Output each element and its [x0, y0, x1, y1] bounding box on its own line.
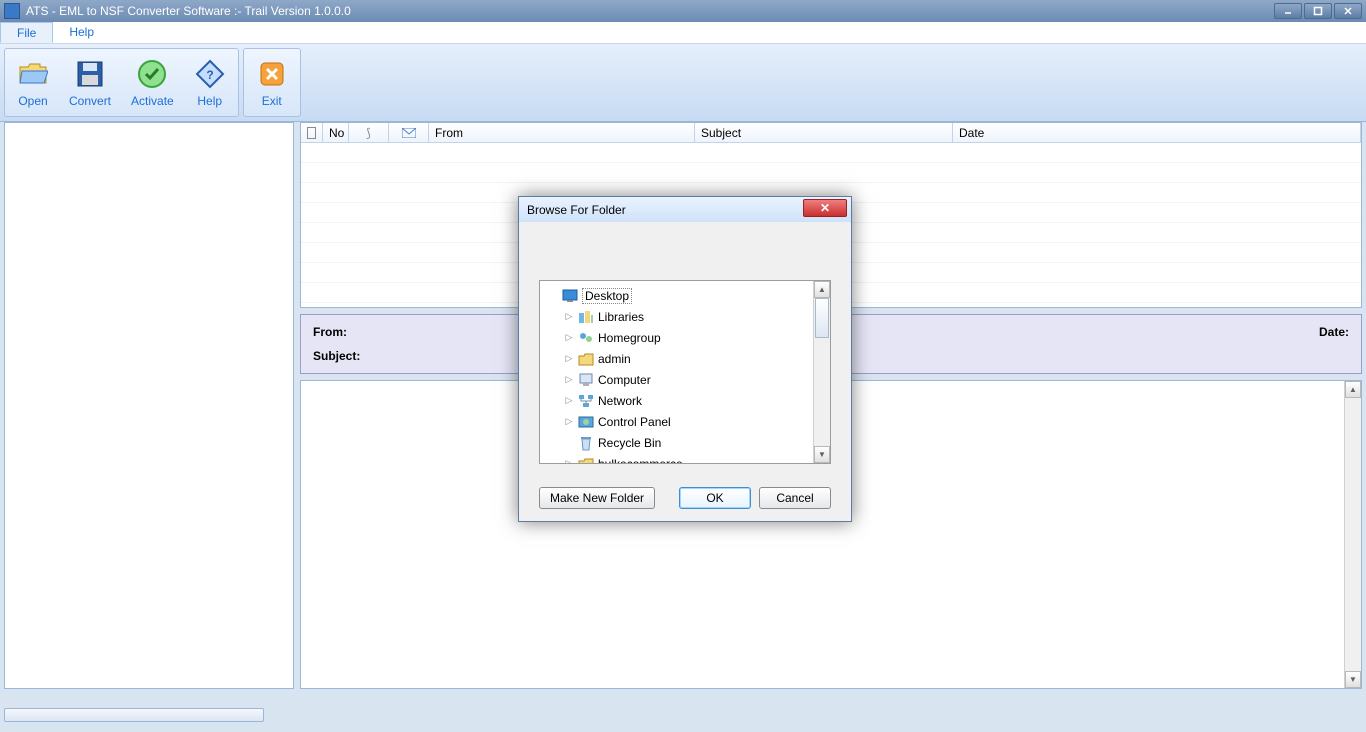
- tree-item-admin[interactable]: ▷ admin: [542, 348, 811, 369]
- col-mail-icon[interactable]: [389, 123, 429, 142]
- tree-item-bulkecommerce[interactable]: ▷ bulkecommerce: [542, 453, 811, 463]
- dialog-title: Browse For Folder: [527, 203, 803, 217]
- col-date[interactable]: Date: [953, 123, 1361, 142]
- exit-icon: [256, 58, 288, 90]
- tree-scrollbar[interactable]: ▲ ▼: [813, 281, 830, 463]
- folder-icon: [578, 456, 594, 464]
- ribbon-toolbar: Open Convert Activate ? Help Exit: [0, 44, 1366, 122]
- browse-folder-dialog: Browse For Folder ✕ ▷ Desktop ▷ Librarie…: [518, 196, 852, 522]
- maximize-button[interactable]: [1304, 3, 1332, 19]
- floppy-icon: [74, 58, 106, 90]
- tree-label: Network: [598, 394, 642, 408]
- tree-label: Desktop: [582, 288, 632, 304]
- help-label: Help: [197, 94, 222, 108]
- tree-item-controlpanel[interactable]: ▷ Control Panel: [542, 411, 811, 432]
- folder-tree-list[interactable]: ▷ Desktop ▷ Libraries ▷ Homegroup ▷ admi…: [540, 281, 813, 463]
- dialog-title-bar[interactable]: Browse For Folder ✕: [519, 196, 851, 222]
- col-checkbox[interactable]: [301, 123, 323, 142]
- scroll-up-button[interactable]: ▲: [814, 281, 830, 298]
- app-icon: [4, 3, 20, 19]
- tree-label: Computer: [598, 373, 651, 387]
- col-subject[interactable]: Subject: [695, 123, 953, 142]
- tree-label: admin: [598, 352, 631, 366]
- computer-icon: [578, 372, 594, 388]
- make-new-folder-button[interactable]: Make New Folder: [539, 487, 655, 509]
- col-from[interactable]: From: [429, 123, 695, 142]
- col-no[interactable]: No: [323, 123, 349, 142]
- scroll-down-button[interactable]: ▼: [1345, 671, 1361, 688]
- activate-label: Activate: [131, 94, 174, 108]
- scroll-up-button[interactable]: ▲: [1345, 381, 1361, 398]
- grid-header: No ⟆ From Subject Date: [301, 123, 1361, 143]
- convert-button[interactable]: Convert: [59, 51, 121, 114]
- exit-label: Exit: [262, 94, 282, 108]
- open-button[interactable]: Open: [7, 51, 59, 114]
- tree-item-desktop[interactable]: ▷ Desktop: [542, 285, 811, 306]
- ribbon-group-main: Open Convert Activate ? Help: [4, 48, 239, 117]
- activate-button[interactable]: Activate: [121, 51, 184, 114]
- exit-button[interactable]: Exit: [246, 51, 298, 114]
- paperclip-icon: ⟆: [366, 126, 371, 140]
- menu-bar: File Help: [0, 22, 1366, 44]
- tree-item-computer[interactable]: ▷ Computer: [542, 369, 811, 390]
- title-bar: ATS - EML to NSF Converter Software :- T…: [0, 0, 1366, 22]
- tree-label: Control Panel: [598, 415, 671, 429]
- tree-item-network[interactable]: ▷ Network: [542, 390, 811, 411]
- cancel-button[interactable]: Cancel: [759, 487, 831, 509]
- folder-tree-panel[interactable]: [4, 122, 294, 689]
- user-folder-icon: [578, 351, 594, 367]
- scroll-thumb[interactable]: [815, 298, 829, 338]
- libraries-icon: [578, 309, 594, 325]
- tree-item-recyclebin[interactable]: ▷ Recycle Bin: [542, 432, 811, 453]
- date-label: Date:: [831, 325, 1349, 339]
- ok-button[interactable]: OK: [679, 487, 751, 509]
- col-attachment[interactable]: ⟆: [349, 123, 389, 142]
- open-label: Open: [18, 94, 47, 108]
- window-controls: [1274, 3, 1362, 19]
- homegroup-icon: [578, 330, 594, 346]
- check-circle-icon: [136, 58, 168, 90]
- ribbon-group-exit: Exit: [243, 48, 301, 117]
- dialog-button-row: Make New Folder OK Cancel: [539, 487, 831, 509]
- desktop-icon: [562, 288, 578, 304]
- menu-file[interactable]: File: [0, 22, 53, 43]
- tree-item-homegroup[interactable]: ▷ Homegroup: [542, 327, 811, 348]
- body-scrollbar[interactable]: ▲ ▼: [1344, 381, 1361, 688]
- menu-help[interactable]: Help: [53, 22, 110, 43]
- control-panel-icon: [578, 414, 594, 430]
- close-button[interactable]: [1334, 3, 1362, 19]
- network-icon: [578, 393, 594, 409]
- window-title: ATS - EML to NSF Converter Software :- T…: [26, 4, 1274, 18]
- folder-tree: ▷ Desktop ▷ Libraries ▷ Homegroup ▷ admi…: [539, 280, 831, 464]
- svg-text:?: ?: [206, 68, 213, 82]
- tree-label: Homegroup: [598, 331, 661, 345]
- help-button[interactable]: ? Help: [184, 51, 236, 114]
- status-bar: [4, 708, 1362, 726]
- status-grip[interactable]: [4, 708, 264, 722]
- folder-open-icon: [17, 58, 49, 90]
- tree-item-libraries[interactable]: ▷ Libraries: [542, 306, 811, 327]
- envelope-icon: [402, 128, 416, 138]
- minimize-button[interactable]: [1274, 3, 1302, 19]
- help-diamond-icon: ?: [194, 58, 226, 90]
- tree-label: Recycle Bin: [598, 436, 661, 450]
- recycle-bin-icon: [578, 435, 594, 451]
- scroll-down-button[interactable]: ▼: [814, 446, 830, 463]
- table-row: [301, 163, 1361, 183]
- convert-label: Convert: [69, 94, 111, 108]
- tree-label: Libraries: [598, 310, 644, 324]
- table-row: [301, 143, 1361, 163]
- tree-label: bulkecommerce: [598, 457, 683, 464]
- dialog-close-button[interactable]: ✕: [803, 199, 847, 217]
